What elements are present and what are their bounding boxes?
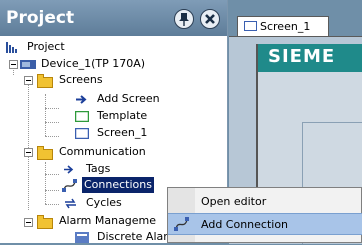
tree-item-alarm-management[interactable]: Alarm Manageme [37,213,158,229]
device-icon [20,60,36,69]
pin-button[interactable] [174,9,194,29]
menu-label-open-editor: Open editor [201,195,267,208]
pin-icon [179,13,189,26]
tab-label: Screen_1 [260,20,311,33]
connections-icon [174,217,189,231]
tree-label-alarm-management: Alarm Manageme [59,214,157,227]
screen-icon [244,21,257,31]
tree-item-project[interactable]: Project [6,39,67,55]
tree-label-communication: Communication [59,145,146,158]
tree-label-add-screen: Add Screen [97,92,160,105]
brand-logo: SIEME [268,46,336,67]
tree-item-screens[interactable]: Screens [37,72,105,88]
collapse-toggle[interactable] [9,60,18,69]
tree-label-cycles: Cycles [86,196,122,209]
tree-item-screen-1[interactable]: Screen_1 [60,125,149,141]
template-icon [75,111,89,122]
tree-label-screens: Screens [59,73,103,86]
tree-label-tags: Tags [86,162,111,175]
tree-item-add-screen[interactable]: Add Screen [60,91,162,107]
add-screen-icon [76,95,87,104]
close-icon [205,14,215,24]
discrete-alarm-icon [75,232,89,243]
cycles-icon [65,198,76,209]
tree-label-project: Project [27,40,65,53]
context-menu: Open editor Add Connection [167,187,362,243]
tree-item-communication[interactable]: Communication [37,144,148,160]
tree-item-connections[interactable]: Connections [60,177,154,193]
menu-item-open-editor[interactable]: Open editor [168,191,362,213]
tags-icon [64,165,74,174]
tree-label-screen-1: Screen_1 [97,126,148,139]
connections-icon [62,179,77,192]
tree-label-device: Device_1(TP 170A) [41,57,146,70]
folder-icon [37,74,53,88]
close-button[interactable] [200,9,220,29]
screen-icon [75,128,89,139]
hmi-header: SIEME [258,44,362,72]
menu-item-add-connection[interactable]: Add Connection [168,213,362,235]
project-title: Project [6,8,75,28]
tree-item-device[interactable]: Device_1(TP 170A) [20,56,147,72]
tree-item-cycles[interactable]: Cycles [60,195,124,211]
tree-label-template: Template [97,109,148,122]
tree-item-template[interactable]: Template [60,108,149,124]
tree-item-tags[interactable]: Tags [60,161,112,177]
menu-label-add-connection: Add Connection [201,218,289,231]
folder-icon [37,146,53,160]
project-header: Project [0,0,227,36]
tab-screen-1[interactable]: Screen_1 [237,16,329,36]
collapse-toggle[interactable] [24,218,33,227]
collapse-toggle[interactable] [24,148,33,157]
folder-icon [37,215,53,229]
tree-label-connections: Connections [82,177,154,193]
collapse-toggle[interactable] [24,76,33,85]
project-icon [6,42,17,53]
